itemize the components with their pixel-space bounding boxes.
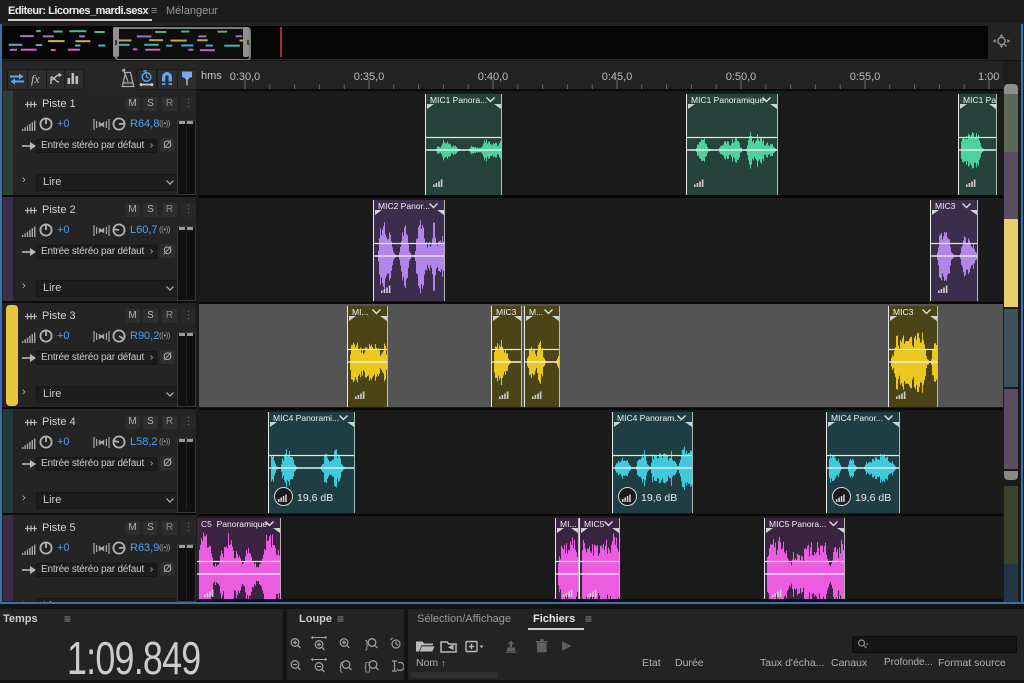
svg-text:0:40,0: 0:40,0 [478,71,509,83]
svg-text:0:55,0: 0:55,0 [850,71,881,83]
svg-text:1:00: 1:00 [978,71,999,83]
svg-text:0:45,0: 0:45,0 [602,71,633,83]
svg-text:0:50,0: 0:50,0 [726,71,757,83]
svg-text:}: } [365,639,369,651]
svg-text:0:30,0: 0:30,0 [230,71,261,83]
svg-text:{: { [339,661,343,673]
svg-text:0:35,0: 0:35,0 [354,71,385,83]
svg-text:{}: {} [364,661,372,673]
